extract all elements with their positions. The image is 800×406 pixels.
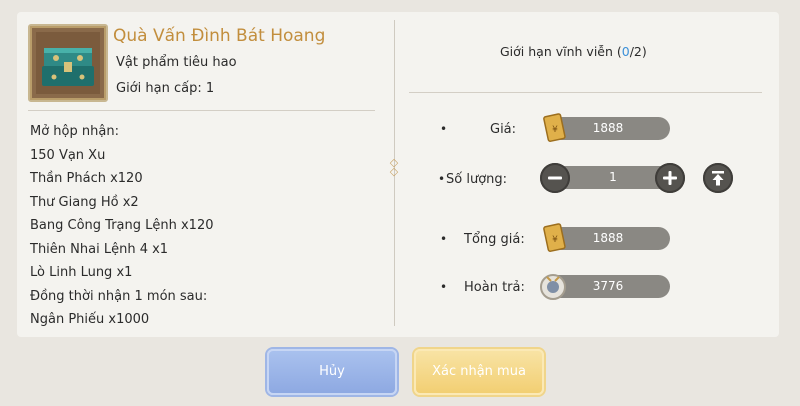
treasure-chest-icon bbox=[36, 32, 100, 94]
list-item: Thiên Nhai Lệnh 4 x1 bbox=[30, 241, 169, 257]
list-item: Mở hộp nhận: bbox=[30, 124, 119, 139]
list-item: Đồng thời nhận 1 món sau: bbox=[30, 288, 208, 304]
decrease-quantity-button[interactable] bbox=[540, 163, 570, 193]
divider-ornament-icon: ◇ ◇ bbox=[389, 156, 399, 178]
confirm-purchase-button[interactable]: Xác nhận mua bbox=[414, 349, 544, 395]
item-level-limit: Giới hạn cấp: 1 bbox=[116, 81, 215, 96]
price-label: Giá: bbox=[490, 122, 517, 137]
svg-text:¥: ¥ bbox=[552, 125, 558, 135]
item-name: Quà Vấn Đình Bát Hoang bbox=[113, 26, 326, 46]
minus-icon bbox=[548, 176, 562, 180]
silver-coin-icon bbox=[540, 274, 566, 300]
list-item: Ngân Phiếu x1000 bbox=[30, 312, 150, 327]
bullet: • bbox=[440, 232, 448, 246]
total-label: Tổng giá: bbox=[464, 232, 525, 247]
purchase-limit: Giới hạn vĩnh viễn (0/2) bbox=[500, 44, 647, 59]
bullet: • bbox=[440, 122, 448, 136]
bullet: • bbox=[440, 280, 448, 294]
list-item: 150 Vạn Xu bbox=[30, 147, 106, 163]
purchase-limit-label: Giới hạn vĩnh viễn ( bbox=[500, 44, 622, 59]
item-image[interactable] bbox=[28, 24, 108, 102]
list-item: Thư Giang Hồ x2 bbox=[30, 194, 139, 210]
bullet: • bbox=[438, 172, 446, 186]
list-item: Lò Linh Lung x1 bbox=[30, 265, 133, 280]
right-separator bbox=[409, 92, 762, 93]
item-contents-list: Mở hộp nhận: 150 Vạn Xu Thần Phách x120 … bbox=[30, 120, 214, 332]
left-separator bbox=[28, 110, 375, 111]
list-item: Bang Công Trạng Lệnh x120 bbox=[30, 218, 214, 233]
refund-label: Hoàn trả: bbox=[464, 280, 525, 295]
item-type: Vật phẩm tiêu hao bbox=[116, 55, 237, 70]
plus-icon bbox=[663, 171, 677, 185]
max-quantity-button[interactable] bbox=[703, 163, 733, 193]
purchase-limit-count: 0 bbox=[621, 44, 630, 59]
max-quantity-icon bbox=[712, 171, 724, 186]
svg-text:¥: ¥ bbox=[552, 235, 558, 245]
gold-ticket-icon: ¥ bbox=[543, 223, 566, 252]
cancel-button[interactable]: Hủy bbox=[267, 349, 397, 395]
quantity-label: Số lượng: bbox=[446, 172, 508, 187]
gold-ticket-icon: ¥ bbox=[543, 113, 566, 142]
list-item: Thần Phách x120 bbox=[30, 171, 143, 186]
purchase-limit-max: /2) bbox=[629, 44, 647, 59]
increase-quantity-button[interactable] bbox=[655, 163, 685, 193]
